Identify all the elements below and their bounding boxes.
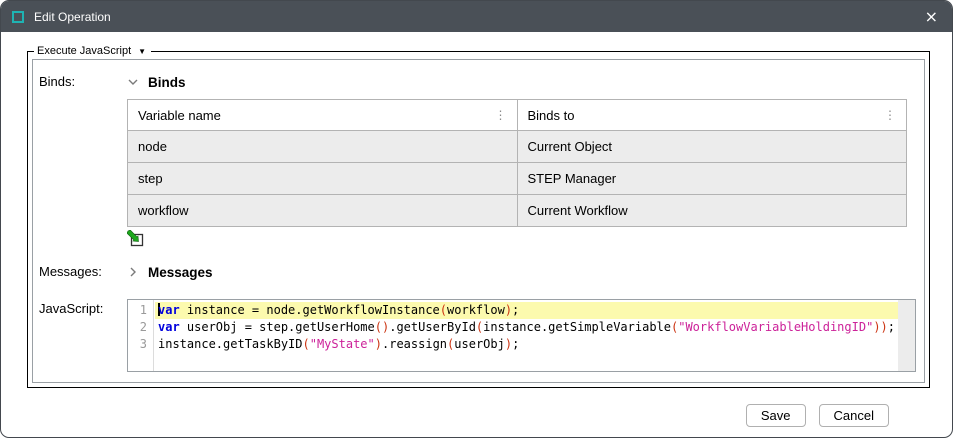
binds-to-cell[interactable]: Current Workflow [517,195,907,227]
binds-section-title: Binds [148,75,186,90]
javascript-code-editor[interactable]: 123 var instance = node.getWorkflowInsta… [127,299,916,372]
titlebar: Edit Operation × [1,1,952,32]
binds-to-cell[interactable]: Current Object [517,131,907,163]
chevron-right-icon [127,266,139,278]
chevron-down-icon [127,76,139,88]
variable-name-cell[interactable]: workflow [128,195,518,227]
code-token: "MyState" [310,337,375,351]
binds-form-row: Binds: Binds [39,72,916,248]
editor-line-number-gutter: 123 [128,300,154,371]
code-token: instance.getSimpleVariable [483,320,671,334]
code-token: ( [440,303,447,317]
line-number: 2 [128,319,153,336]
close-icon[interactable]: × [925,9,938,25]
column-menu-icon[interactable]: ⋮ [882,108,898,122]
window-title: Edit Operation [34,10,111,24]
javascript-field-label: JavaScript: [39,299,127,372]
editor-vertical-scrollbar[interactable] [898,300,915,371]
code-token: ; [512,337,519,351]
code-token: ; [888,320,895,334]
line-number: 3 [128,336,153,353]
code-token: .reassign [382,337,447,351]
code-token: userObj = step.getUserHome [180,320,375,334]
binds-table-row[interactable]: nodeCurrent Object [128,131,907,163]
save-button[interactable]: Save [746,404,806,427]
cancel-button[interactable]: Cancel [819,404,889,427]
messages-field-label: Messages: [39,262,127,289]
code-token: ) [505,337,512,351]
code-token: var [158,320,180,334]
binds-to-cell[interactable]: STEP Manager [517,163,907,195]
code-token: ) [505,303,512,317]
code-token: userObj [454,337,505,351]
variable-name-cell[interactable]: step [128,163,518,195]
messages-section-title: Messages [148,265,213,280]
edit-operation-dialog: Edit Operation × Execute JavaScript ▼ Bi… [0,0,953,438]
code-token: instance = node.getWorkflowInstance [180,303,440,317]
code-token: )) [873,320,887,334]
code-token: () [375,320,389,334]
binds-section-toggle[interactable]: Binds [127,72,916,92]
dialog-content: Execute JavaScript ▼ Binds: Binds [1,32,952,427]
binds-table-row[interactable]: workflowCurrent Workflow [128,195,907,227]
editor-code-area[interactable]: var instance = node.getWorkflowInstance(… [155,300,898,353]
dialog-button-row: Save Cancel [27,388,926,427]
code-token: ( [303,337,310,351]
operation-fieldset: Execute JavaScript ▼ Binds: Binds [27,45,930,388]
code-token: "WorkflowVariableHoldingID" [678,320,873,334]
code-token: .getUserById [389,320,476,334]
operation-form: Binds: Binds [32,59,925,383]
variable-name-cell[interactable]: node [128,131,518,163]
messages-section-toggle[interactable]: Messages [127,262,916,282]
binds-field-label: Binds: [39,72,127,248]
code-token: var [158,303,180,317]
operation-type-dropdown[interactable]: Execute JavaScript ▼ [34,45,151,57]
code-token: workflow [447,303,505,317]
code-line[interactable]: instance.getTaskByID("MyState").reassign… [155,336,898,353]
code-token: ) [375,337,382,351]
code-token: ; [512,303,519,317]
window-icon [12,11,24,23]
binds-table-row[interactable]: stepSTEP Manager [128,163,907,195]
javascript-form-row: JavaScript: 123 var instance = node.getW… [39,299,916,372]
code-line-active[interactable]: var instance = node.getWorkflowInstance(… [155,302,898,319]
messages-form-row: Messages: Messages [39,262,916,289]
add-bind-row-icon[interactable] [127,230,145,248]
binds-table-header-row: Variable name ⋮ Binds to ⋮ [128,100,907,131]
dropdown-caret-icon: ▼ [138,47,146,56]
operation-type-label: Execute JavaScript [37,45,131,57]
code-line[interactable]: var userObj = step.getUserHome().getUser… [155,319,898,336]
code-token: instance.getTaskByID [158,337,303,351]
column-header-variable-name[interactable]: Variable name ⋮ [128,100,518,131]
column-menu-icon[interactable]: ⋮ [493,108,509,122]
line-number: 1 [128,302,153,319]
binds-table: Variable name ⋮ Binds to ⋮ [127,99,907,227]
column-header-binds-to[interactable]: Binds to ⋮ [517,100,907,131]
